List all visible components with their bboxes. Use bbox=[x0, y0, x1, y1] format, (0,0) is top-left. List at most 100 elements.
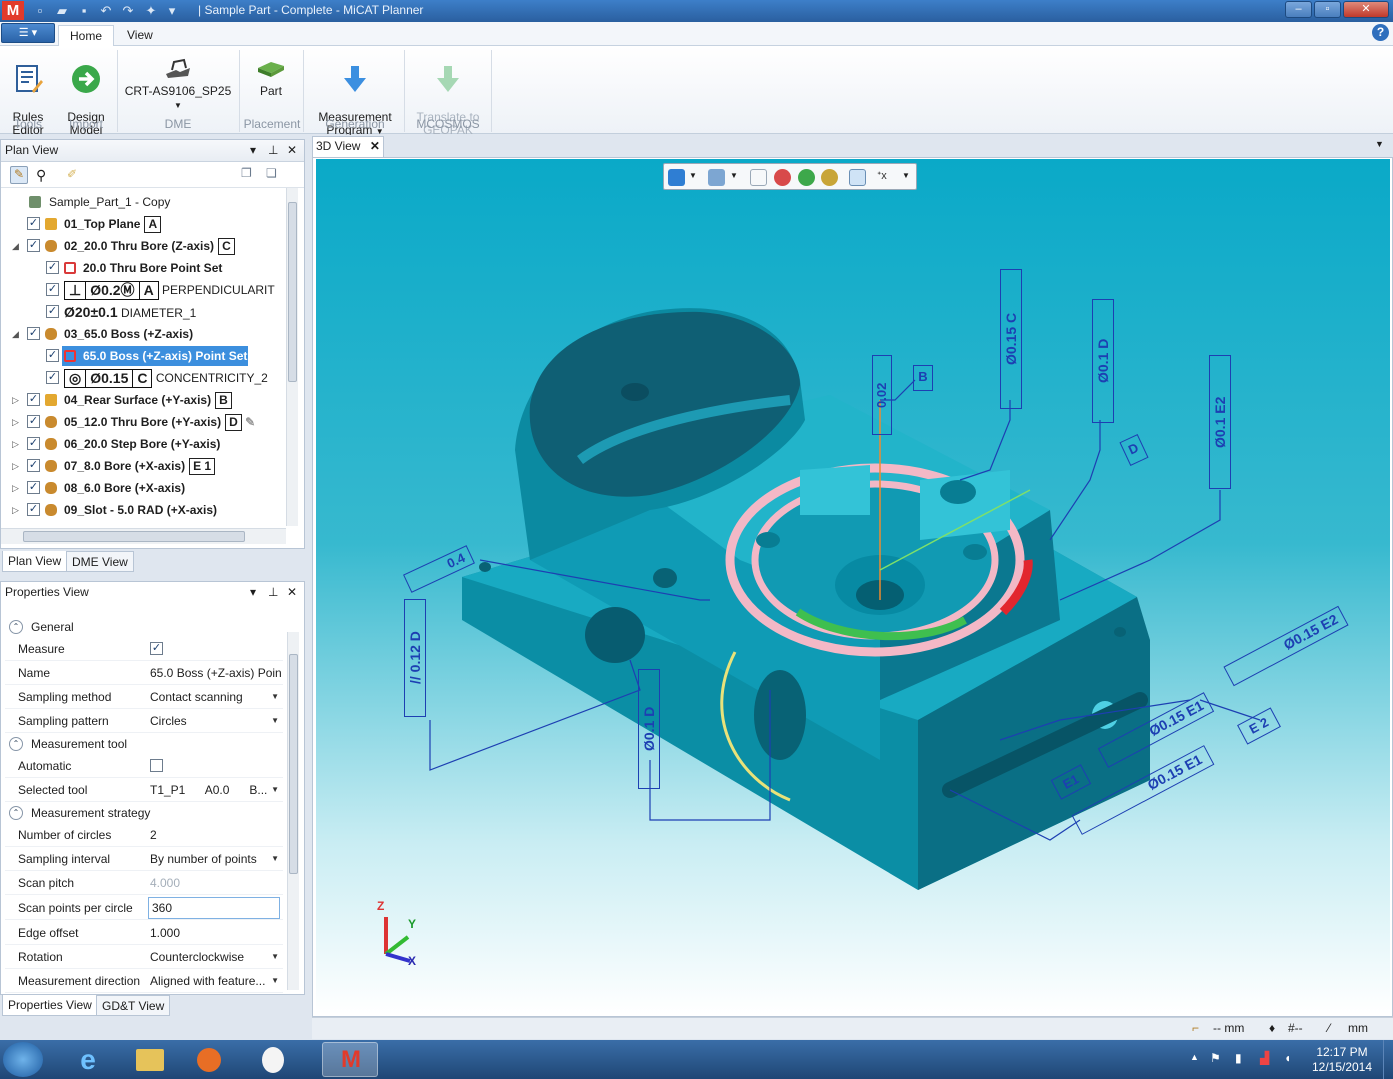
axis-toggle-icon[interactable]: ᐩx bbox=[877, 169, 887, 182]
properties-scrollbar[interactable] bbox=[287, 632, 299, 990]
number-of-circles-field[interactable]: 2 bbox=[150, 823, 282, 847]
tree-checkbox[interactable]: ✓ bbox=[27, 217, 40, 230]
measurement-direction-select[interactable]: Aligned with feature... bbox=[150, 969, 282, 993]
tree-checkbox[interactable]: ✓ bbox=[27, 415, 40, 428]
maximize-button[interactable]: ▫ bbox=[1314, 1, 1341, 18]
green-feature-icon[interactable] bbox=[798, 169, 815, 186]
dropdown-arrow-icon[interactable]: ▼ bbox=[271, 945, 279, 969]
pin-icon[interactable]: ⊥ bbox=[268, 585, 278, 599]
tab-dme-view[interactable]: DME View bbox=[66, 551, 134, 572]
tree-checkbox[interactable]: ✓ bbox=[27, 239, 40, 252]
tab-home[interactable]: Home bbox=[58, 25, 115, 46]
tab-properties-view[interactable]: Properties View bbox=[2, 995, 98, 1016]
expand-icon[interactable]: ▷ bbox=[12, 455, 19, 477]
media-player-icon[interactable] bbox=[182, 1042, 238, 1077]
probe-icon[interactable] bbox=[708, 169, 725, 186]
dropdown-arrow-icon[interactable]: ▼ bbox=[271, 709, 279, 733]
fcf-annotation[interactable]: Ø0.1 E2 bbox=[1209, 355, 1231, 489]
dropdown-arrow-icon[interactable]: ▼ bbox=[271, 969, 279, 993]
fcf-annotation[interactable]: 0.02 bbox=[872, 355, 892, 435]
tree-checkbox[interactable]: ✓ bbox=[46, 371, 59, 384]
flag-icon[interactable]: ⚑ bbox=[1210, 1051, 1221, 1065]
edit-icon[interactable]: ✐ bbox=[67, 167, 77, 181]
tree-checkbox[interactable]: ✓ bbox=[46, 261, 59, 274]
sampling-pattern-select[interactable]: Circles bbox=[150, 709, 282, 733]
collapse-section-icon[interactable]: ⌃ bbox=[9, 737, 23, 751]
name-field[interactable]: 65.0 Boss (+Z-axis) Poin bbox=[150, 661, 282, 685]
fcf-annotation[interactable]: // 0.12 D bbox=[404, 599, 426, 717]
datum-annotation[interactable]: B bbox=[913, 365, 933, 391]
tab-plan-view[interactable]: Plan View bbox=[2, 551, 68, 572]
save-icon[interactable]: ▪ bbox=[76, 3, 92, 18]
sampling-interval-select[interactable]: By number of points bbox=[150, 847, 282, 871]
edge-offset-field[interactable]: 1.000 bbox=[150, 921, 282, 945]
dropdown-arrow-icon[interactable]: ▼ bbox=[271, 847, 279, 871]
pencil-icon[interactable]: ✎ bbox=[245, 415, 255, 429]
expand-icon[interactable]: ▷ bbox=[12, 477, 19, 499]
tree-checkbox[interactable]: ✓ bbox=[27, 437, 40, 450]
new-file-icon[interactable]: ▫ bbox=[32, 3, 48, 18]
part-button[interactable]: Part bbox=[248, 50, 294, 98]
tree-checkbox[interactable]: ✓ bbox=[46, 283, 59, 296]
section-measurement-tool[interactable]: ⌃ Measurement tool bbox=[5, 733, 283, 755]
panel-dropdown-icon[interactable]: ▾ bbox=[250, 143, 256, 157]
file-explorer-icon[interactable] bbox=[122, 1042, 178, 1077]
dme-button[interactable]: CRT-AS9106_SP25 ▼ bbox=[124, 50, 232, 112]
tab-view[interactable]: View bbox=[116, 25, 164, 46]
dropdown-arrow-icon[interactable]: ▼ bbox=[271, 685, 279, 709]
micat-planner-taskbar-button[interactable]: M bbox=[322, 1042, 378, 1077]
collapse-icon[interactable]: ◢ bbox=[12, 323, 19, 345]
tray-expand-icon[interactable]: ▲ bbox=[1190, 1052, 1199, 1062]
expand-icon[interactable]: ▷ bbox=[12, 411, 19, 433]
part-model[interactable] bbox=[316, 159, 1390, 1014]
tree-checkbox[interactable]: ✓ bbox=[27, 327, 40, 340]
collapse-section-icon[interactable]: ⌃ bbox=[9, 806, 23, 820]
fcf-annotation[interactable]: Ø0.15 C bbox=[1000, 269, 1022, 409]
network-icon[interactable]: ▟ bbox=[1260, 1051, 1269, 1065]
tab-list-dropdown-icon[interactable]: ▼ bbox=[1375, 139, 1384, 149]
app-launcher-icon[interactable] bbox=[244, 1042, 300, 1077]
section-measurement-strategy[interactable]: ⌃ Measurement strategy bbox=[5, 802, 283, 824]
help-icon[interactable]: ? bbox=[1372, 24, 1389, 41]
search-icon[interactable]: ⚲ bbox=[36, 167, 46, 184]
app-logo-icon[interactable]: M bbox=[2, 1, 24, 20]
close-button[interactable]: ✕ bbox=[1343, 1, 1389, 18]
sampling-method-select[interactable]: Contact scanning bbox=[150, 685, 282, 709]
taskbar-clock[interactable]: 12:17 PM 12/15/2014 bbox=[1302, 1045, 1382, 1075]
panel-close-icon[interactable]: ✕ bbox=[287, 585, 297, 599]
pin-icon[interactable]: ⊥ bbox=[268, 143, 278, 157]
expand-icon[interactable]: ▷ bbox=[12, 499, 19, 521]
scan-pitch-field[interactable]: 4.000 bbox=[150, 871, 282, 895]
tree-checkbox[interactable]: ✓ bbox=[27, 503, 40, 516]
tree-checkbox[interactable]: ✓ bbox=[46, 305, 59, 318]
tab-3d-view[interactable]: 3D View ✕ bbox=[312, 136, 384, 157]
paste-icon[interactable]: ❏ bbox=[266, 166, 277, 180]
power-icon[interactable]: ▮ bbox=[1235, 1051, 1242, 1065]
volume-icon[interactable]: ◖ bbox=[1284, 1051, 1291, 1065]
tree-vertical-scrollbar[interactable] bbox=[286, 188, 298, 526]
tab-close-icon[interactable]: ✕ bbox=[370, 139, 380, 153]
start-button[interactable] bbox=[3, 1042, 43, 1077]
panel-dropdown-icon[interactable]: ▾ bbox=[250, 585, 256, 599]
scan-points-input[interactable]: 360 bbox=[148, 897, 280, 919]
open-folder-icon[interactable]: ▰ bbox=[54, 3, 70, 18]
red-feature-icon[interactable] bbox=[774, 169, 791, 186]
expand-icon[interactable]: ▷ bbox=[12, 389, 19, 411]
tree-checkbox[interactable]: ✓ bbox=[46, 349, 59, 362]
settings-icon[interactable]: ✦ bbox=[143, 3, 159, 18]
scroll-thumb[interactable] bbox=[289, 654, 298, 874]
rotation-select[interactable]: Counterclockwise bbox=[150, 945, 282, 969]
show-desktop-button[interactable] bbox=[1383, 1040, 1393, 1079]
dropdown-arrow-icon[interactable]: ▼ bbox=[271, 778, 279, 802]
settings-feature-icon[interactable] bbox=[821, 169, 838, 186]
collapse-section-icon[interactable]: ⌃ bbox=[9, 620, 23, 634]
application-menu-button[interactable]: ☰ ▾ bbox=[1, 23, 55, 43]
fcf-annotation[interactable]: Ø0.1 D bbox=[1092, 299, 1114, 423]
tree-horizontal-scrollbar[interactable] bbox=[1, 528, 286, 544]
scroll-thumb[interactable] bbox=[23, 531, 245, 542]
feature-tool-icon[interactable]: ✎ bbox=[10, 166, 28, 184]
minimize-button[interactable]: – bbox=[1285, 1, 1312, 18]
section-general[interactable]: ⌃ General bbox=[5, 616, 283, 638]
eye-icon[interactable] bbox=[849, 169, 866, 186]
redo-icon[interactable]: ↷ bbox=[120, 3, 136, 18]
